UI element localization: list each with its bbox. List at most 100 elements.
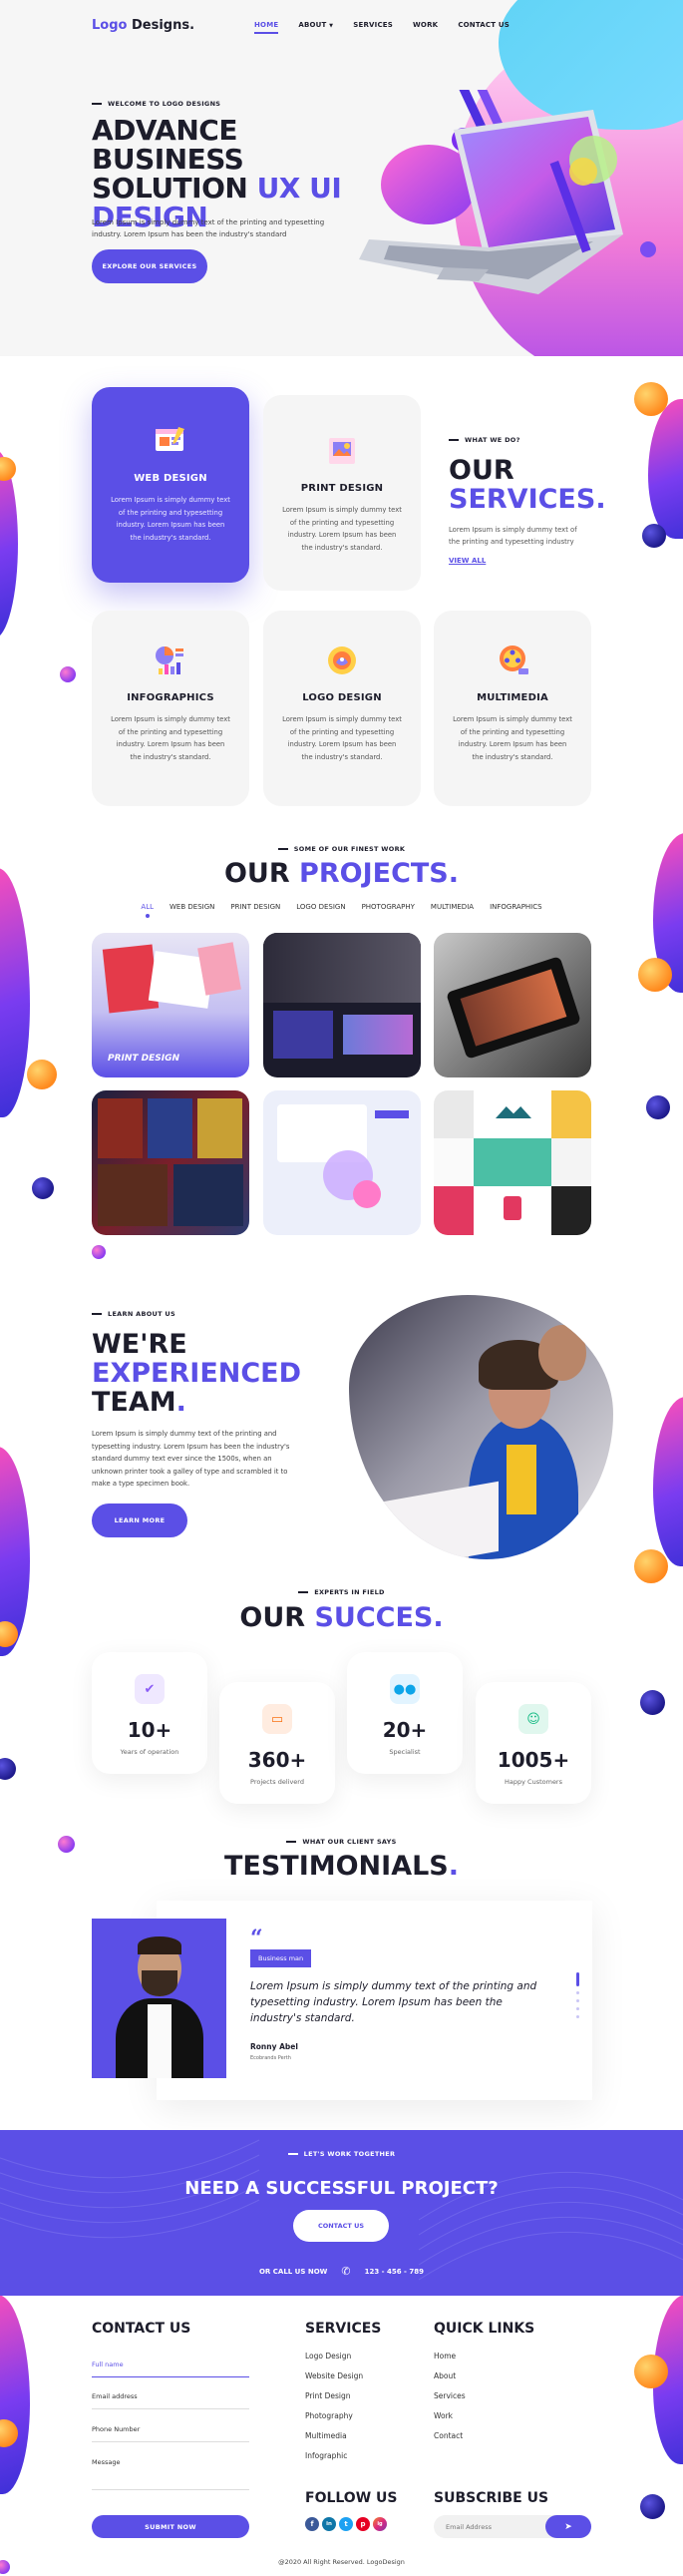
message-field[interactable]: Message	[92, 2458, 249, 2490]
full-name-field[interactable]: Full name	[92, 2361, 249, 2377]
about-title-line2: EXPERIENCED	[92, 1358, 302, 1389]
services-eyebrow: WHAT WE DO?	[449, 436, 588, 444]
decor-ball-right-2	[642, 524, 666, 548]
laptop-illustration	[359, 90, 656, 294]
subscribe-send-button[interactable]: ➤	[545, 2515, 591, 2538]
filter-print-design[interactable]: PRINT DESIGN	[230, 903, 280, 911]
project-tile-infographic[interactable]	[263, 1090, 421, 1235]
logo-grid-6	[551, 1138, 591, 1186]
footer-service-link[interactable]: Photography	[305, 2411, 363, 2420]
testimonials-eyebrow: WHAT OUR CLIENT SAYS	[286, 1838, 396, 1846]
filter-web-design[interactable]: WEB DESIGN	[170, 903, 214, 911]
testimonial-photo	[92, 1919, 226, 2078]
project-tile-web[interactable]	[263, 933, 421, 1077]
service-card-title: LOGO DESIGN	[302, 692, 382, 703]
footer-service-link[interactable]: Print Design	[305, 2391, 363, 2400]
testimonial-pager	[576, 1972, 579, 2018]
poster-1	[98, 1098, 143, 1158]
stat-label: Specialist	[389, 1748, 421, 1756]
service-card-title: WEB DESIGN	[134, 473, 207, 484]
nav-about[interactable]: ABOUT ▼	[298, 21, 333, 29]
project-tile-print-design[interactable]: PRINT DESIGN	[92, 933, 249, 1077]
contact-us-button[interactable]: CONTACT US	[293, 2210, 389, 2242]
filter-logo-design[interactable]: LOGO DESIGN	[296, 903, 345, 911]
infographic-bar	[375, 1110, 409, 1118]
filter-multimedia[interactable]: MULTIMEDIA	[431, 903, 474, 911]
quick-link-work[interactable]: Work	[434, 2411, 466, 2420]
instagram-icon[interactable]: ig	[373, 2517, 387, 2531]
phone-number[interactable]: 123 - 456 - 789	[365, 2268, 424, 2276]
testimonials-eyebrow-wrap: WHAT OUR CLIENT SAYS	[0, 1838, 683, 1846]
service-card-web-design[interactable]: WEB DESIGN Lorem Ipsum is simply dummy t…	[92, 387, 249, 583]
decor-ball-right-7	[634, 2355, 668, 2388]
stats-title-b: SUCCES	[314, 1602, 434, 1633]
quick-link-about[interactable]: About	[434, 2371, 466, 2380]
service-card-title: MULTIMEDIA	[477, 692, 548, 703]
phone-field[interactable]: Phone Number	[92, 2425, 249, 2442]
view-all-link[interactable]: VIEW ALL	[449, 557, 486, 565]
service-card-multimedia[interactable]: MULTIMEDIA Lorem Ipsum is simply dummy t…	[434, 611, 591, 806]
pager-dot[interactable]	[576, 2007, 579, 2010]
nav-home[interactable]: HOME	[254, 21, 279, 34]
footer-service-link[interactable]: Multimedia	[305, 2431, 363, 2440]
decor-ball-right-8	[640, 2494, 665, 2519]
subscribe-email-input[interactable]	[446, 2522, 535, 2531]
email-field[interactable]: Email address	[92, 2392, 249, 2409]
quick-link-services[interactable]: Services	[434, 2391, 466, 2400]
stats-title-a: OUR	[239, 1602, 315, 1633]
decor-ball-left-5	[0, 1758, 16, 1780]
nav-contact[interactable]: CONTACT US	[458, 21, 510, 29]
learn-more-button[interactable]: LEARN MORE	[92, 1503, 187, 1537]
social-icons: f in t p ig	[305, 2517, 387, 2531]
quick-link-contact[interactable]: Contact	[434, 2431, 466, 2440]
cta-eyebrow: LET'S WORK TOGETHER	[288, 2150, 396, 2158]
infographic-bubble-2	[353, 1180, 381, 1208]
logo[interactable]: Logo Designs.	[92, 18, 194, 33]
projects-eyebrow: SOME OF OUR FINEST WORK	[278, 845, 405, 853]
pager-dot-active[interactable]	[576, 1972, 579, 1986]
footer-service-link[interactable]: Logo Design	[305, 2352, 363, 2361]
stat-card-years: ✔ 10+ Years of operation	[92, 1652, 207, 1774]
team-icon: ●●	[390, 1674, 420, 1704]
logo-grid-2	[474, 1090, 551, 1138]
copyright: @2020 All Right Reserved. LogoDesign	[278, 2558, 405, 2566]
about-eyebrow: LEARN ABOUT US	[92, 1310, 175, 1318]
linkedin-icon[interactable]: in	[322, 2517, 336, 2531]
client-role: Ecobrands Perth	[250, 2055, 291, 2061]
web-design-icon	[153, 423, 188, 459]
service-card-logo-design[interactable]: LOGO DESIGN Lorem Ipsum is simply dummy …	[263, 611, 421, 806]
about-title-line1: WE'RE	[92, 1329, 187, 1360]
logo-grid-3	[551, 1090, 591, 1138]
services-title-line2: SERVICES	[449, 484, 596, 515]
project-tile-logos[interactable]	[434, 1090, 591, 1235]
logo-grid-9	[551, 1186, 591, 1235]
footer-service-link[interactable]: Website Design	[305, 2371, 363, 2380]
service-card-print-design[interactable]: PRINT DESIGN Lorem Ipsum is simply dummy…	[263, 395, 421, 591]
filter-photography[interactable]: PHOTOGRAPHY	[362, 903, 415, 911]
team-photo	[349, 1295, 613, 1559]
service-card-infographics[interactable]: INFOGRAPHICS Lorem Ipsum is simply dummy…	[92, 611, 249, 806]
logo-grid-5	[474, 1138, 551, 1186]
project-tile-photo[interactable]	[434, 933, 591, 1077]
decor-ball-left-2	[27, 1060, 57, 1089]
stat-number: 20+	[382, 1718, 428, 1742]
poster-4	[98, 1164, 168, 1226]
pager-dot[interactable]	[576, 2015, 579, 2018]
nav-work[interactable]: WORK	[413, 21, 438, 29]
pager-dot[interactable]	[576, 1999, 579, 2002]
filter-all[interactable]: ALL	[141, 903, 154, 918]
explore-services-button[interactable]: EXPLORE OUR SERVICES	[92, 249, 207, 283]
projects-eyebrow-wrap: SOME OF OUR FINEST WORK	[0, 845, 683, 853]
twitter-icon[interactable]: t	[339, 2517, 353, 2531]
filter-infographics[interactable]: INFOGRAPHICS	[490, 903, 542, 911]
projects-title-a: OUR	[223, 858, 300, 889]
pinterest-icon[interactable]: p	[356, 2517, 370, 2531]
project-tile-multimedia[interactable]	[92, 1090, 249, 1235]
send-icon: ➤	[564, 2521, 572, 2531]
quick-link-home[interactable]: Home	[434, 2352, 466, 2361]
pager-dot[interactable]	[576, 1991, 579, 1994]
nav-services[interactable]: SERVICES	[353, 21, 393, 29]
facebook-icon[interactable]: f	[305, 2517, 319, 2531]
footer-service-link[interactable]: Infographic	[305, 2451, 363, 2460]
submit-button[interactable]: SUBMIT NOW	[92, 2515, 249, 2538]
